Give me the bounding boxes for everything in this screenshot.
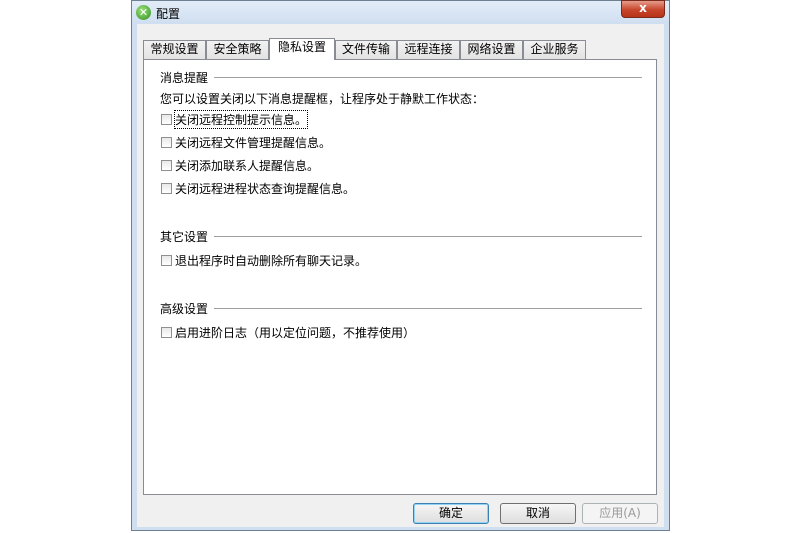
messages-description: 您可以设置关闭以下消息提醒框，让程序处于静默工作状态： [160,92,485,106]
cancel-button[interactable]: 取消 [500,503,576,524]
option-disable-remote-file-tips[interactable]: 关闭远程文件管理提醒信息。 [161,134,331,150]
tab-remote-connection[interactable]: 远程连接 [397,40,460,59]
tab-security-policy[interactable]: 安全策略 [206,40,269,59]
window-title: 配置 [156,7,181,21]
tab-network[interactable]: 网络设置 [460,40,523,59]
option-label: 关闭远程文件管理提醒信息。 [175,135,332,150]
option-disable-remote-process-tips[interactable]: 关闭远程进程状态查询提醒信息。 [161,180,355,196]
tab-privacy[interactable]: 隐私设置 [269,38,335,60]
section-divider [214,308,642,309]
option-label: 退出程序时自动删除所有聊天记录。 [175,253,368,268]
section-divider [214,77,642,78]
option-label: 关闭远程进程状态查询提醒信息。 [175,181,356,196]
option-label: 关闭远程控制提示信息。 [173,109,309,129]
ok-button[interactable]: 确定 [413,503,489,524]
tab-general[interactable]: 常规设置 [143,40,206,59]
checkbox[interactable] [161,159,172,171]
dialog-client-area: 常规设置 安全策略 隐私设置 文件传输 远程连接 网络设置 企业服务 消息提醒 … [137,24,664,527]
checkbox[interactable] [161,182,172,194]
privacy-settings-panel: 消息提醒 您可以设置关闭以下消息提醒框，让程序处于静默工作状态： 关闭远程控制提… [143,59,657,495]
tab-file-transfer[interactable]: 文件传输 [335,40,397,59]
checkbox[interactable] [161,113,172,125]
app-logo-icon: ✕ [136,5,151,20]
section-title-other: 其它设置 [160,230,209,244]
option-label: 启用进阶日志（用以定位问题，不推荐使用） [175,325,416,340]
checkbox[interactable] [161,254,172,266]
option-enable-advanced-log[interactable]: 启用进阶日志（用以定位问题，不推荐使用） [161,324,415,340]
section-title-advanced: 高级设置 [160,302,209,316]
section-title-messages: 消息提醒 [160,71,209,85]
title-bar[interactable]: ✕ 配置 x [132,0,669,24]
section-divider [214,236,642,237]
tab-enterprise-service[interactable]: 企业服务 [523,40,586,59]
checkbox[interactable] [161,136,172,148]
checkbox[interactable] [161,326,172,338]
close-button[interactable]: x [621,0,665,18]
option-disable-remote-control-tips[interactable]: 关闭远程控制提示信息。 [161,109,309,129]
option-disable-add-contact-tips[interactable]: 关闭添加联系人提醒信息。 [161,157,319,173]
config-dialog: ✕ 配置 x 常规设置 安全策略 隐私设置 文件传输 远程连接 网络设置 企业服… [131,0,670,531]
option-auto-delete-chat-history[interactable]: 退出程序时自动删除所有聊天记录。 [161,252,367,268]
option-label: 关闭添加联系人提醒信息。 [175,158,320,173]
apply-button[interactable]: 应用(A) [582,503,658,524]
